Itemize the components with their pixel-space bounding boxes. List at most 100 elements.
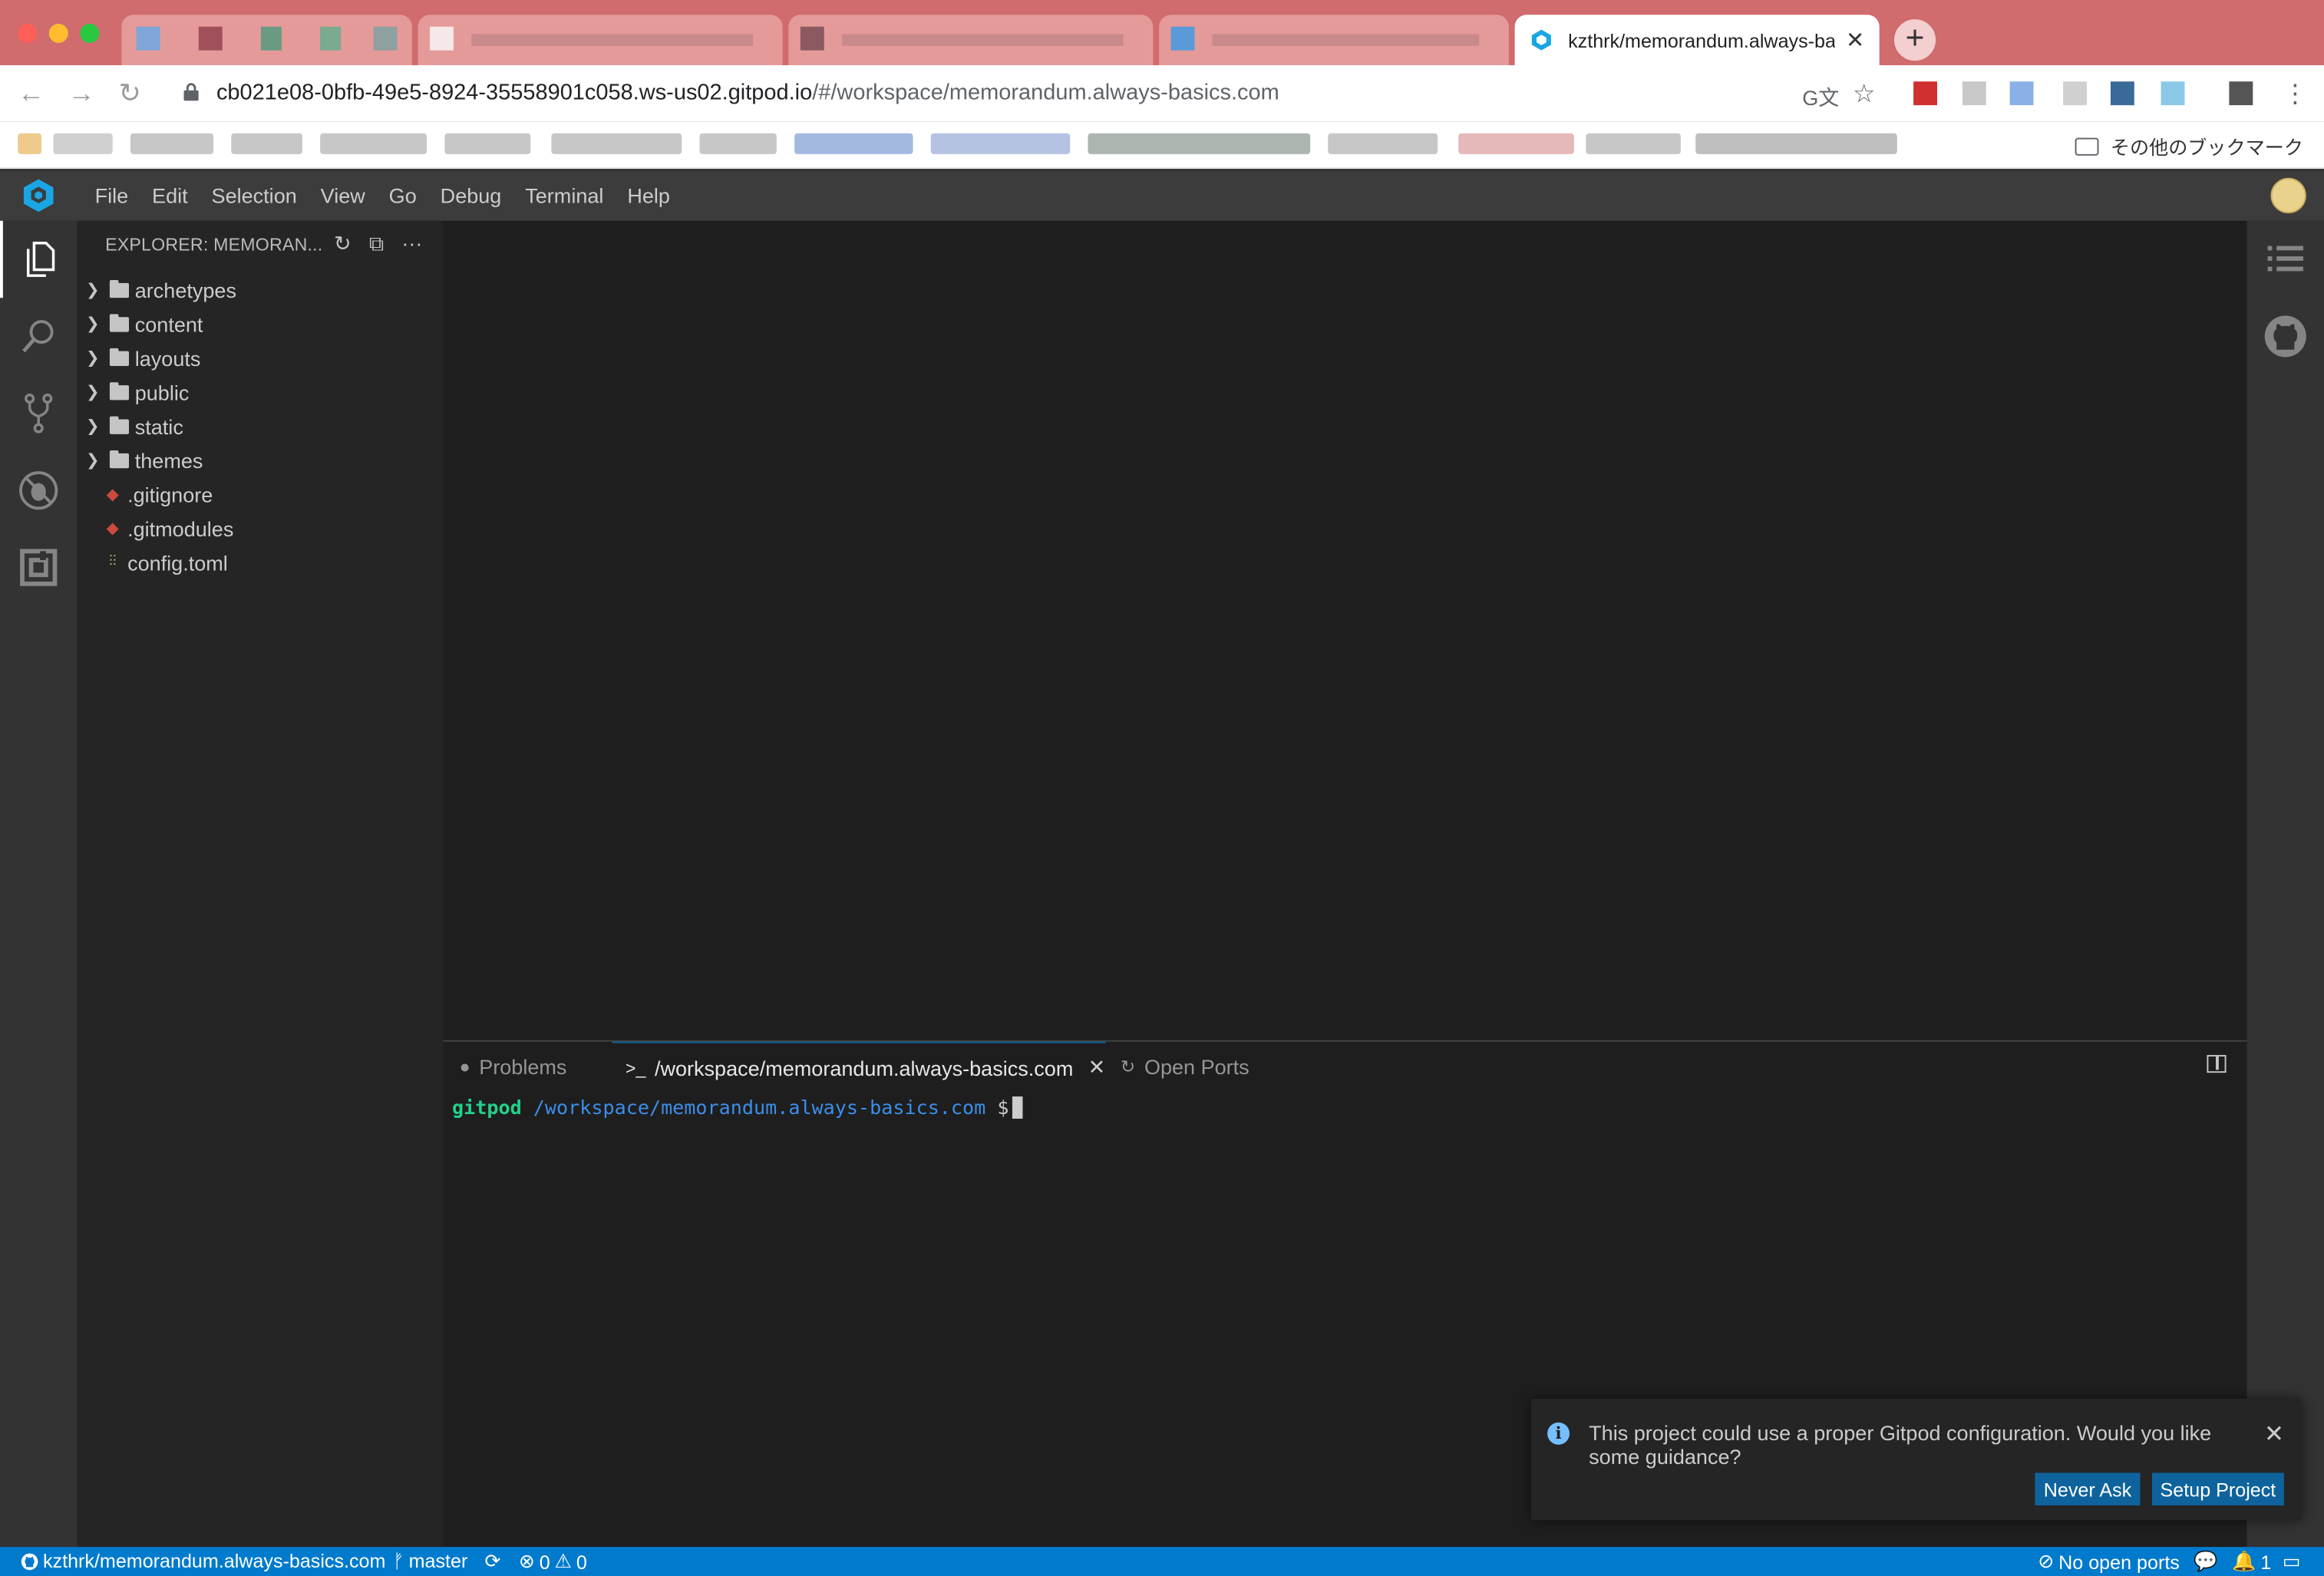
tree-item-label: themes <box>134 448 203 473</box>
menu-terminal[interactable]: Terminal <box>513 183 616 207</box>
terminal-output[interactable]: gitpod /workspace/memorandum.always-basi… <box>452 1096 1022 1120</box>
forward-icon[interactable]: → <box>68 78 95 110</box>
user-avatar[interactable] <box>2270 177 2306 214</box>
branch-icon: ᚠ <box>392 1549 404 1572</box>
menu-edit[interactable]: Edit <box>140 183 200 207</box>
tab-close-icon[interactable]: ✕ <box>1846 27 1864 54</box>
url-field[interactable]: cb021e08-0bfb-49e5-8924-35558901c058.ws-… <box>216 80 1279 105</box>
lock-icon <box>183 83 199 101</box>
tab-close-icon[interactable]: ✕ <box>1088 1055 1106 1080</box>
profile-avatar[interactable] <box>2229 81 2253 106</box>
outline-activity[interactable] <box>2247 221 2324 298</box>
sync-icon[interactable]: ⟳ <box>484 1550 500 1574</box>
bookmark-item[interactable] <box>1088 133 1311 154</box>
extension-icon[interactable] <box>1913 81 1937 106</box>
tab-terminal[interactable]: >_ /workspace/memorandum.always-basics.co… <box>612 1041 1106 1093</box>
new-tab-button[interactable]: + <box>1893 19 1936 61</box>
tree-folder-layouts[interactable]: ❯ layouts <box>77 341 443 374</box>
terminal-cursor <box>1012 1096 1022 1119</box>
tab-open-ports[interactable]: ↻ Open Ports <box>1121 1042 1249 1093</box>
status-branch[interactable]: ᚠ master <box>393 1550 468 1572</box>
extension-icon[interactable] <box>2063 81 2088 106</box>
close-icon[interactable]: ✕ <box>2264 1419 2284 1449</box>
menu-file[interactable]: File <box>83 183 140 207</box>
extension-icon[interactable] <box>1962 81 1986 106</box>
bookmark-item[interactable] <box>930 133 1071 154</box>
tree-item-label: .gitmodules <box>127 516 234 540</box>
editor-area[interactable] <box>443 220 2247 1040</box>
setup-project-button[interactable]: Setup Project <box>2151 1472 2284 1506</box>
status-notifications[interactable]: 🔔 1 <box>2232 1550 2271 1574</box>
status-repo[interactable]: kzthrk/memorandum.always-basics.com <box>21 1550 385 1572</box>
extension-icon[interactable] <box>2110 81 2134 106</box>
menu-go[interactable]: Go <box>377 183 428 207</box>
feedback-icon[interactable]: 💬 <box>2194 1550 2217 1574</box>
folder-icon <box>109 347 130 366</box>
reload-icon[interactable]: ↻ <box>118 78 140 110</box>
bookmark-item[interactable] <box>699 133 777 154</box>
tree-folder-themes[interactable]: ❯ themes <box>77 443 443 476</box>
extension-icon[interactable] <box>2009 81 2034 106</box>
bookmark-item[interactable] <box>1458 133 1574 154</box>
toggle-panel-icon[interactable]: ▭ <box>2283 1550 2301 1574</box>
bookmark-item[interactable] <box>18 133 42 154</box>
status-ports[interactable]: ⊘ No open ports <box>2038 1550 2180 1574</box>
extension-icon[interactable] <box>2161 81 2185 106</box>
maximize-window-button[interactable] <box>80 23 100 44</box>
menu-help[interactable]: Help <box>616 183 682 207</box>
bookmark-item[interactable] <box>1328 133 1438 154</box>
tree-folder-content[interactable]: ❯ content <box>77 307 443 341</box>
bookmark-item[interactable] <box>1586 133 1681 154</box>
bookmark-item[interactable] <box>130 133 214 154</box>
tree-file-config[interactable]: ⫶⫶ config.toml <box>77 546 443 579</box>
list-icon <box>2267 246 2303 272</box>
menu-selection[interactable]: Selection <box>200 183 309 207</box>
browser-menu-icon[interactable]: ⋮ <box>2283 80 2308 110</box>
browser-tab-blurred[interactable] <box>788 15 1154 65</box>
status-problems[interactable]: ⊗ 0 ⚠ 0 <box>519 1550 587 1574</box>
debug-activity[interactable] <box>0 452 77 529</box>
other-bookmarks[interactable]: その他のブックマーク <box>2075 132 2303 160</box>
bookmark-item[interactable] <box>53 133 113 154</box>
bookmark-item[interactable] <box>231 133 302 154</box>
notification-toast: i This project could use a proper Gitpod… <box>1530 1398 2303 1521</box>
browser-tab-blurred[interactable] <box>418 15 783 65</box>
tree-folder-static[interactable]: ❯ static <box>77 409 443 443</box>
tree-item-label: static <box>134 414 183 438</box>
menu-debug[interactable]: Debug <box>428 183 513 207</box>
github-activity[interactable] <box>2247 298 2324 374</box>
extensions-activity[interactable] <box>0 529 77 605</box>
menu-view[interactable]: View <box>309 183 377 207</box>
tree-folder-archetypes[interactable]: ❯ archetypes <box>77 272 443 306</box>
collapse-all-icon[interactable]: ⧉ <box>369 231 384 256</box>
close-window-button[interactable] <box>18 23 38 44</box>
tree-file-gitignore[interactable]: ◆ .gitignore <box>77 477 443 511</box>
bookmark-item[interactable] <box>1695 133 1897 154</box>
chevron-right-icon: ❯ <box>86 384 100 402</box>
tab-problems[interactable]: ● Problems <box>460 1042 567 1093</box>
more-actions-icon[interactable]: ··· <box>401 231 422 256</box>
translate-icon[interactable]: G文 <box>1802 83 1839 113</box>
explorer-actions: ↻ ⧉ ··· <box>334 231 422 256</box>
split-panel-icon[interactable] <box>2207 1054 2227 1073</box>
bookmark-item[interactable] <box>320 133 427 154</box>
bookmark-item[interactable] <box>794 133 913 154</box>
back-icon[interactable]: ← <box>18 78 45 110</box>
browser-tab-active[interactable]: kzthrk/memorandum.always-basics.com ✕ <box>1514 15 1880 65</box>
bookmark-item[interactable] <box>551 133 682 154</box>
tree-file-gitmodules[interactable]: ◆ .gitmodules <box>77 511 443 545</box>
minimize-window-button[interactable] <box>48 23 68 44</box>
tab-label: Open Ports <box>1144 1054 1249 1079</box>
search-activity[interactable] <box>0 298 77 374</box>
refresh-icon[interactable]: ↻ <box>334 231 352 256</box>
tree-folder-public[interactable]: ❯ public <box>77 375 443 409</box>
browser-tab-blurred[interactable] <box>1159 15 1509 65</box>
never-ask-button[interactable]: Never Ask <box>2035 1472 2141 1506</box>
files-icon <box>26 241 55 277</box>
bookmark-item[interactable] <box>444 133 531 154</box>
source-control-activity[interactable] <box>0 375 77 452</box>
browser-tab-blurred[interactable] <box>121 15 412 65</box>
bookmark-star-icon[interactable]: ☆ <box>1853 80 1875 110</box>
explorer-activity[interactable] <box>0 220 77 298</box>
gitpod-logo-icon[interactable] <box>21 178 56 213</box>
